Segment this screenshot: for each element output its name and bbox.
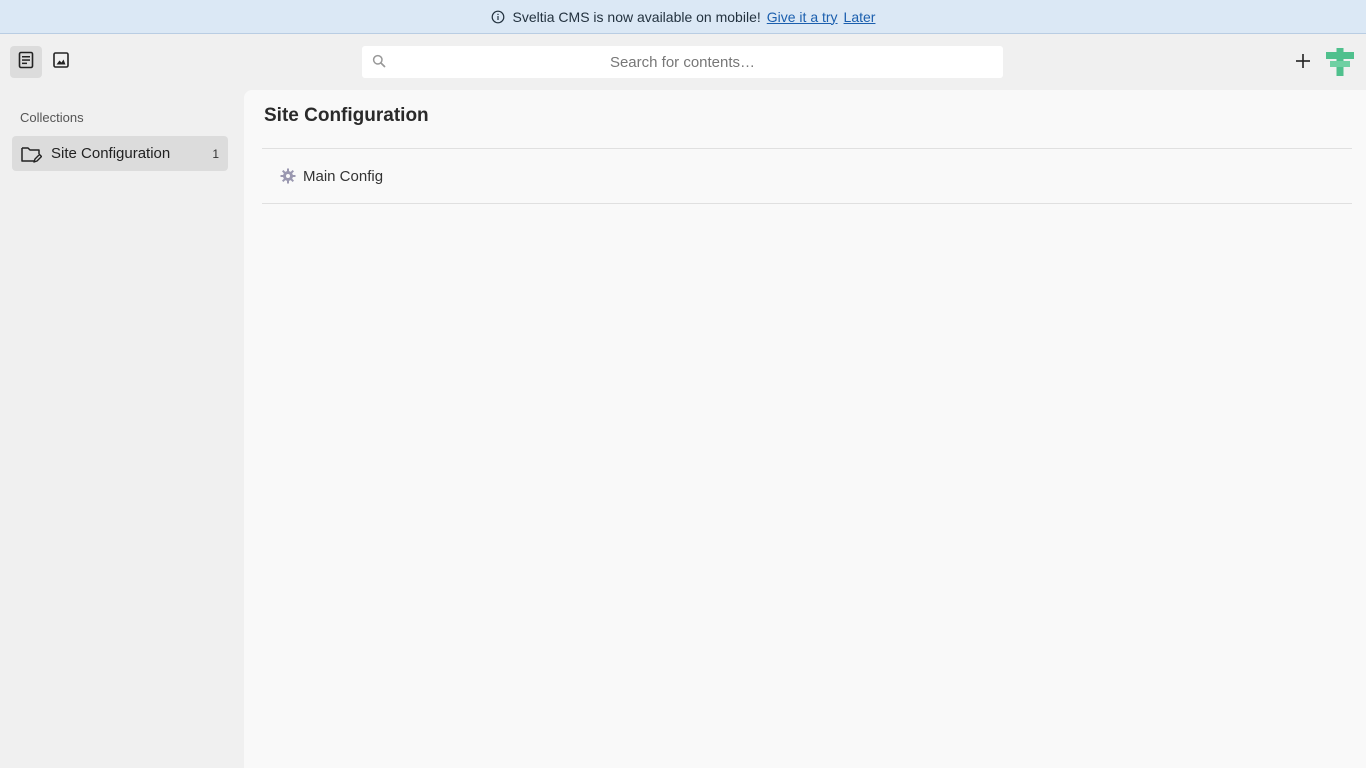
collection-label: Site Configuration — [51, 145, 171, 162]
account-button[interactable] — [1324, 46, 1356, 78]
collection-count: 1 — [212, 146, 219, 161]
top-bar — [0, 34, 1366, 90]
info-icon — [491, 10, 505, 24]
page-title: Site Configuration — [264, 105, 429, 126]
gear-icon — [280, 168, 296, 184]
search-input[interactable] — [362, 46, 1003, 78]
plus-icon — [1295, 53, 1311, 74]
assets-view-button[interactable] — [45, 46, 77, 78]
collection-item-site-configuration[interactable]: Site Configuration 1 — [12, 136, 228, 171]
entry-row-main-config[interactable]: Main Config — [262, 149, 1352, 204]
main-content: Site Configuration Main Config — [244, 90, 1366, 768]
entry-label: Main Config — [303, 167, 384, 185]
collections-heading: Collections — [20, 110, 84, 125]
create-new-button[interactable] — [1290, 50, 1316, 76]
sidebar: Collections Site Configuration 1 — [0, 90, 244, 768]
search-bar — [362, 46, 1003, 78]
logo-icon — [1324, 48, 1356, 82]
search-icon — [372, 54, 386, 68]
entries-view-button[interactable] — [10, 46, 42, 78]
announcement-banner: Sveltia CMS is now available on mobile! … — [0, 0, 1366, 34]
assets-icon — [52, 51, 70, 74]
entries-icon — [17, 51, 35, 74]
banner-message: Sveltia CMS is now available on mobile! — [512, 8, 761, 25]
later-link[interactable]: Later — [844, 9, 876, 25]
give-it-a-try-link[interactable]: Give it a try — [767, 9, 838, 25]
folder-edit-icon — [20, 143, 42, 165]
